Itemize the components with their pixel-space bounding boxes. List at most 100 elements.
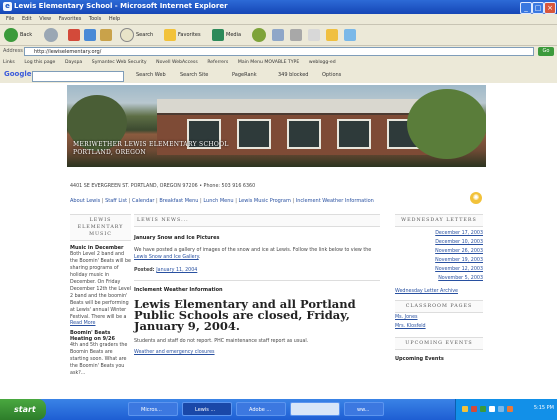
taskbar-item[interactable]: Lewis ...: [182, 402, 232, 416]
link-item[interactable]: Dayspa: [65, 60, 82, 65]
taskbar-item[interactable]: Adobe ...: [236, 402, 286, 416]
stop-button[interactable]: [68, 27, 82, 43]
popup-blocked-count[interactable]: 349 blocked: [278, 71, 308, 80]
folder-icon: [326, 29, 338, 41]
menu-view[interactable]: View: [39, 14, 51, 24]
google-toolbar: Google Search Web Search Site PageRank 3…: [0, 68, 557, 84]
close-button[interactable]: ×: [544, 2, 556, 14]
music-text: Both Level 2 band and the Boomin' Beats …: [70, 252, 132, 320]
taskbar-item[interactable]: ww...: [344, 402, 384, 416]
window-shape: [237, 119, 271, 149]
link-item[interactable]: Log this page: [24, 60, 55, 65]
tray-icon[interactable]: [480, 406, 486, 412]
print-button[interactable]: [290, 27, 304, 43]
tray-icon[interactable]: [471, 406, 477, 412]
letter-archive-link[interactable]: Wednesday Letter Archive: [395, 287, 483, 296]
classroom-link[interactable]: Ms. Jones: [395, 313, 483, 322]
media-button[interactable]: Media: [212, 27, 241, 43]
back-arrow-icon: [4, 28, 18, 42]
weather-closures-link[interactable]: Weather and emergency closures: [134, 350, 380, 355]
go-button[interactable]: Go: [538, 47, 554, 56]
menu-tools[interactable]: Tools: [89, 14, 101, 24]
posted-date-link[interactable]: January 11, 2004: [156, 268, 197, 273]
link-item[interactable]: Referrers: [207, 60, 228, 65]
classroom-header: CLASSROOM PAGES: [395, 300, 483, 313]
google-search-input[interactable]: [32, 71, 124, 82]
ie-logo-icon: e: [3, 2, 12, 11]
divider: [134, 280, 380, 281]
history-icon: [252, 28, 266, 42]
nav-music[interactable]: Lewis Music Program: [238, 198, 290, 204]
letter-link[interactable]: November 26, 2003: [395, 247, 483, 256]
minimize-button[interactable]: _: [520, 2, 532, 14]
address-input[interactable]: http://lewiselementary.org/: [24, 47, 534, 56]
link-item[interactable]: Symantec Web Security: [92, 60, 147, 65]
letters-header: WEDNESDAY LETTERS: [395, 214, 483, 227]
tray-icon[interactable]: [462, 406, 468, 412]
nav-weather[interactable]: Inclement Weather Information: [296, 198, 374, 204]
link-item[interactable]: weblogg-ed: [309, 60, 336, 65]
tray-icon[interactable]: [489, 406, 495, 412]
edit-button[interactable]: [308, 27, 322, 43]
google-logo: Google: [4, 70, 32, 78]
folder-button[interactable]: [326, 27, 340, 43]
classroom-link[interactable]: Mrs. Klosfeld: [395, 322, 483, 331]
nav-lunch[interactable]: Lunch Menu: [203, 198, 233, 204]
mail-button[interactable]: [272, 27, 286, 43]
search-site-button[interactable]: Search Site: [180, 71, 208, 80]
web-page: MERIWETHER LEWIS ELEMENTARY SCHOOL PORTL…: [0, 83, 557, 399]
letter-link[interactable]: December 17, 2003: [395, 229, 483, 238]
taskbar-item[interactable]: Micros...: [128, 402, 178, 416]
favorites-button[interactable]: Favorites: [164, 27, 201, 43]
search-button[interactable]: Search: [120, 27, 153, 43]
snow-gallery-link[interactable]: Lewis Snow and Ice Gallery: [134, 255, 199, 260]
start-button[interactable]: start: [0, 399, 46, 420]
forward-button[interactable]: [44, 27, 60, 43]
standard-toolbar: Back Search Favorites Media: [0, 25, 557, 46]
right-sidebar: WEDNESDAY LETTERS December 17, 2003 Dece…: [395, 214, 483, 362]
window-shape: [287, 119, 321, 149]
school-address: 4401 SE EVERGREEN ST. PORTLAND, OREGON 9…: [70, 184, 256, 189]
link-item[interactable]: Novell WebAccess: [156, 60, 198, 65]
media-icon: [212, 29, 224, 41]
refresh-button[interactable]: [84, 27, 98, 43]
search-web-button[interactable]: Search Web: [136, 71, 166, 80]
posted-line: Posted: January 11, 2004: [134, 268, 198, 273]
news-heading-2: Inclement Weather Information: [134, 287, 223, 293]
nav-staff[interactable]: Staff List: [105, 198, 127, 204]
nav-about[interactable]: About Lewis: [70, 198, 100, 204]
letter-link[interactable]: November 5, 2003: [395, 274, 483, 283]
star-icon: [164, 29, 176, 41]
home-icon: [100, 29, 112, 41]
menu-favorites[interactable]: Favorites: [59, 14, 82, 24]
events-header: UPCOMING EVENTS: [395, 337, 483, 350]
home-button[interactable]: [100, 27, 114, 43]
history-button[interactable]: [252, 27, 268, 43]
news-text-1: We have posted a gallery of images of th…: [134, 248, 372, 260]
letter-link[interactable]: December 10, 2003: [395, 238, 483, 247]
taskbar-item[interactable]: [290, 402, 340, 416]
pagerank-indicator: PageRank: [232, 72, 257, 78]
google-options-button[interactable]: Options: [322, 71, 341, 80]
menu-file[interactable]: File: [6, 14, 14, 24]
messenger-button[interactable]: [344, 27, 358, 43]
letter-link[interactable]: November 19, 2003: [395, 256, 483, 265]
tray-icon[interactable]: [507, 406, 513, 412]
school-name: MERIWETHER LEWIS ELEMENTARY SCHOOL: [73, 141, 229, 148]
link-item[interactable]: Main Menu MOVABLE TYPE: [238, 60, 299, 65]
nav-calendar[interactable]: Calendar: [132, 198, 154, 204]
mail-icon: [272, 29, 284, 41]
menu-edit[interactable]: Edit: [22, 14, 32, 24]
menu-help[interactable]: Help: [109, 14, 120, 24]
read-more-link[interactable]: Read More: [70, 321, 131, 326]
back-button[interactable]: Back: [4, 27, 32, 43]
tray-icon[interactable]: [498, 406, 504, 412]
window-shape: [337, 119, 371, 149]
letters-list: December 17, 2003 December 10, 2003 Nove…: [395, 229, 483, 283]
maximize-button[interactable]: □: [532, 2, 544, 14]
music-sidebar: LEWIS ELEMENTARY MUSIC Music in December…: [70, 214, 131, 377]
window-title: Lewis Elementary School - Microsoft Inte…: [14, 2, 228, 10]
menu-bar: File Edit View Favorites Tools Help: [0, 14, 557, 25]
letter-link[interactable]: November 12, 2003: [395, 265, 483, 274]
nav-breakfast[interactable]: Breakfast Menu: [159, 198, 198, 204]
